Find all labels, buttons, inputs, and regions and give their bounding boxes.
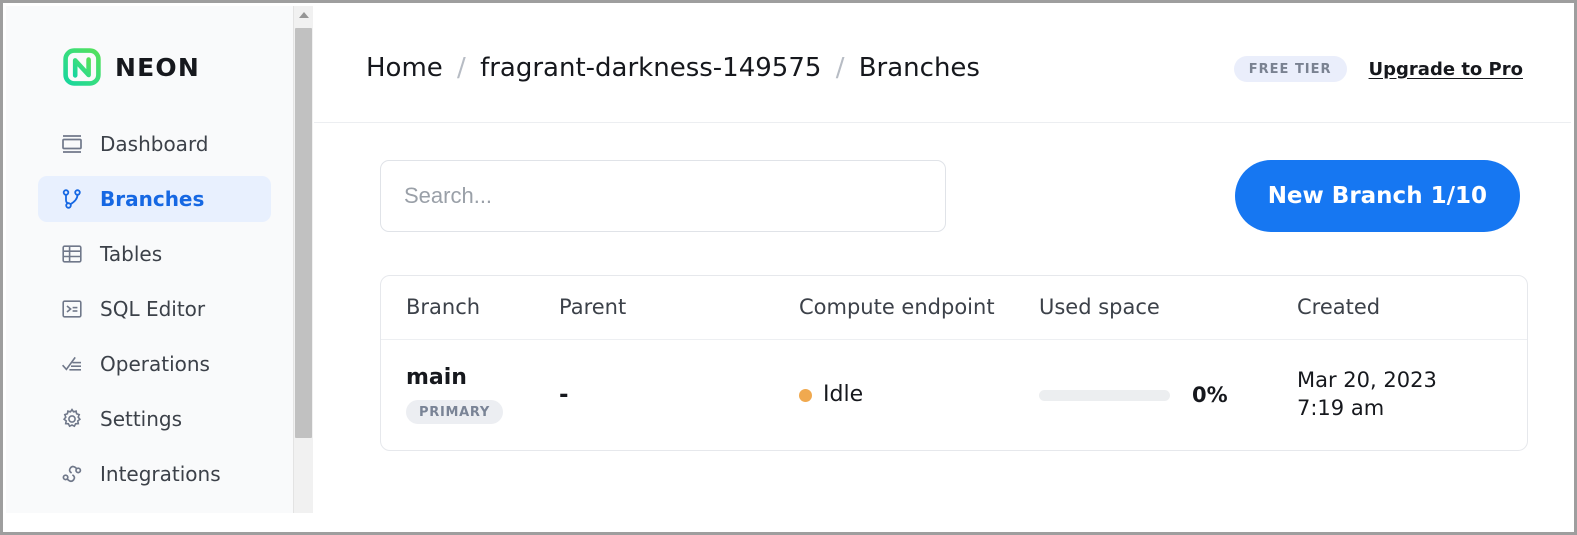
branch-icon xyxy=(60,187,84,211)
sidebar: NEON Dashboard Branches Tables SQL Edito… xyxy=(6,6,293,513)
primary-badge: PRIMARY xyxy=(406,399,503,424)
breadcrumb-current: Branches xyxy=(858,53,980,83)
sidebar-nav: Dashboard Branches Tables SQL Editor Ope… xyxy=(6,121,293,497)
breadcrumb-separator: / xyxy=(457,53,466,83)
sidebar-item-integrations[interactable]: Integrations xyxy=(38,451,271,497)
branches-toolbar: New Branch 1/10 xyxy=(314,123,1571,232)
scrollbar-thumb[interactable] xyxy=(295,28,312,438)
scroll-up-arrow-icon[interactable] xyxy=(294,6,313,23)
sidebar-item-label: Branches xyxy=(100,187,205,211)
sidebar-item-dashboard[interactable]: Dashboard xyxy=(38,121,271,167)
column-header-used-space: Used space xyxy=(1039,295,1160,319)
sidebar-item-label: Dashboard xyxy=(100,132,209,156)
table-header-row: Branch Parent Compute endpoint Used spac… xyxy=(381,276,1527,340)
sidebar-item-label: SQL Editor xyxy=(100,297,206,321)
cell-parent: - xyxy=(559,382,799,408)
column-header-parent: Parent xyxy=(559,295,627,319)
free-tier-badge: FREE TIER xyxy=(1233,56,1347,82)
sidebar-item-operations[interactable]: Operations xyxy=(38,341,271,387)
sidebar-item-label: Integrations xyxy=(100,462,221,486)
new-branch-button[interactable]: New Branch 1/10 xyxy=(1234,160,1520,232)
brand-name: NEON xyxy=(115,52,200,82)
status-dot-icon xyxy=(799,388,812,402)
upgrade-to-pro-link[interactable]: Upgrade to Pro xyxy=(1369,59,1523,80)
brand-logo[interactable]: NEON xyxy=(6,6,293,86)
page-header: Home / fragrant-darkness-149575 / Branch… xyxy=(314,6,1571,123)
column-header-created: Created xyxy=(1297,295,1381,319)
header-actions: FREE TIER Upgrade to Pro xyxy=(1233,56,1523,82)
column-header-branch: Branch xyxy=(406,295,481,319)
dashboard-icon xyxy=(60,132,84,156)
cell-compute-endpoint: Idle xyxy=(799,384,1039,406)
sidebar-item-label: Tables xyxy=(100,242,163,266)
search-input[interactable] xyxy=(380,160,946,232)
sidebar-item-settings[interactable]: Settings xyxy=(38,396,271,442)
cell-used-space: 0% xyxy=(1039,382,1297,407)
used-space-percent: 0% xyxy=(1192,382,1228,407)
main-area: Home / fragrant-darkness-149575 / Branch… xyxy=(314,6,1571,513)
cell-branch: main PRIMARY xyxy=(381,366,559,424)
sidebar-item-label: Settings xyxy=(100,407,183,431)
breadcrumb-home[interactable]: Home xyxy=(366,53,443,83)
sidebar-item-label: Operations xyxy=(100,352,210,376)
used-space-meter: 0% xyxy=(1039,382,1287,407)
progress-bar-track xyxy=(1039,389,1170,401)
branches-table: Branch Parent Compute endpoint Used spac… xyxy=(380,275,1528,451)
sidebar-scrollbar[interactable] xyxy=(293,6,313,513)
sidebar-item-tables[interactable]: Tables xyxy=(38,231,271,277)
integrations-icon xyxy=(60,462,84,486)
status-badge: Idle xyxy=(799,384,1029,406)
created-time: 7:19 am xyxy=(1297,396,1385,420)
neon-logo-icon xyxy=(63,48,101,86)
cell-created: Mar 20, 2023 7:19 am xyxy=(1297,367,1527,423)
table-row[interactable]: main PRIMARY - Idle 0% Mar 20, 2023 7:19… xyxy=(381,340,1527,450)
parent-value: - xyxy=(559,382,569,408)
sidebar-item-branches[interactable]: Branches xyxy=(38,176,271,222)
table-icon xyxy=(60,242,84,266)
sidebar-item-sql-editor[interactable]: SQL Editor xyxy=(38,286,271,332)
column-header-compute-endpoint: Compute endpoint xyxy=(799,295,995,319)
branch-name[interactable]: main xyxy=(406,366,549,389)
breadcrumb-project[interactable]: fragrant-darkness-149575 xyxy=(480,53,821,83)
app-window: NEON Dashboard Branches Tables SQL Edito… xyxy=(0,0,1577,535)
breadcrumb: Home / fragrant-darkness-149575 / Branch… xyxy=(366,53,980,83)
created-date: Mar 20, 2023 xyxy=(1297,368,1437,393)
operations-icon xyxy=(60,352,84,376)
breadcrumb-separator: / xyxy=(835,53,845,83)
sql-terminal-icon xyxy=(60,297,84,321)
page-content: New Branch 1/10 Branch Parent Compute en… xyxy=(314,123,1571,451)
status-label: Idle xyxy=(823,382,864,407)
gear-icon xyxy=(60,407,84,431)
